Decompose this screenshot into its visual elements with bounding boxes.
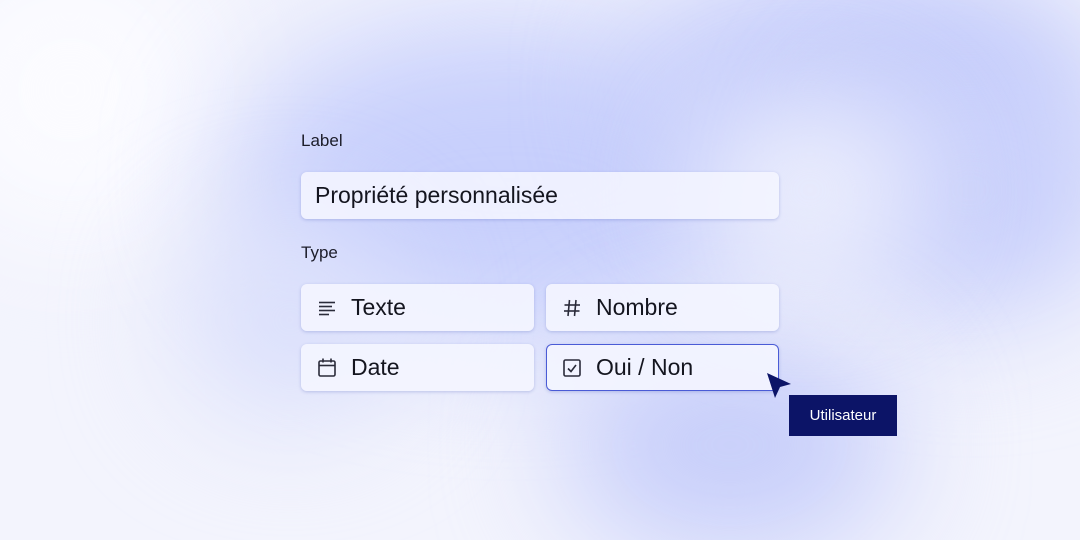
type-option-nombre[interactable]: Nombre [546, 284, 779, 331]
type-option-texte[interactable]: Texte [301, 284, 534, 331]
type-option-label: Oui / Non [596, 354, 694, 380]
type-option-label: Texte [351, 294, 406, 320]
text-lines-icon [317, 298, 337, 318]
checkbox-icon [562, 358, 582, 378]
type-option-label: Nombre [596, 294, 678, 320]
type-option-date[interactable]: Date [301, 344, 534, 391]
label-input[interactable]: Propriété personnalisée [301, 172, 779, 219]
cursor-user-name: Utilisateur [809, 407, 877, 424]
type-option-oui-non[interactable]: Oui / Non [546, 344, 779, 391]
hash-icon [562, 298, 582, 318]
type-heading: Type [301, 243, 338, 262]
background-blob [0, 0, 220, 240]
type-option-label: Date [351, 354, 400, 380]
label-heading: Label [301, 131, 343, 150]
calendar-icon [317, 358, 337, 378]
label-input-value: Propriété personnalisée [315, 182, 558, 208]
cursor-user-tag: Utilisateur [789, 395, 897, 436]
blurred-background [0, 0, 1080, 540]
